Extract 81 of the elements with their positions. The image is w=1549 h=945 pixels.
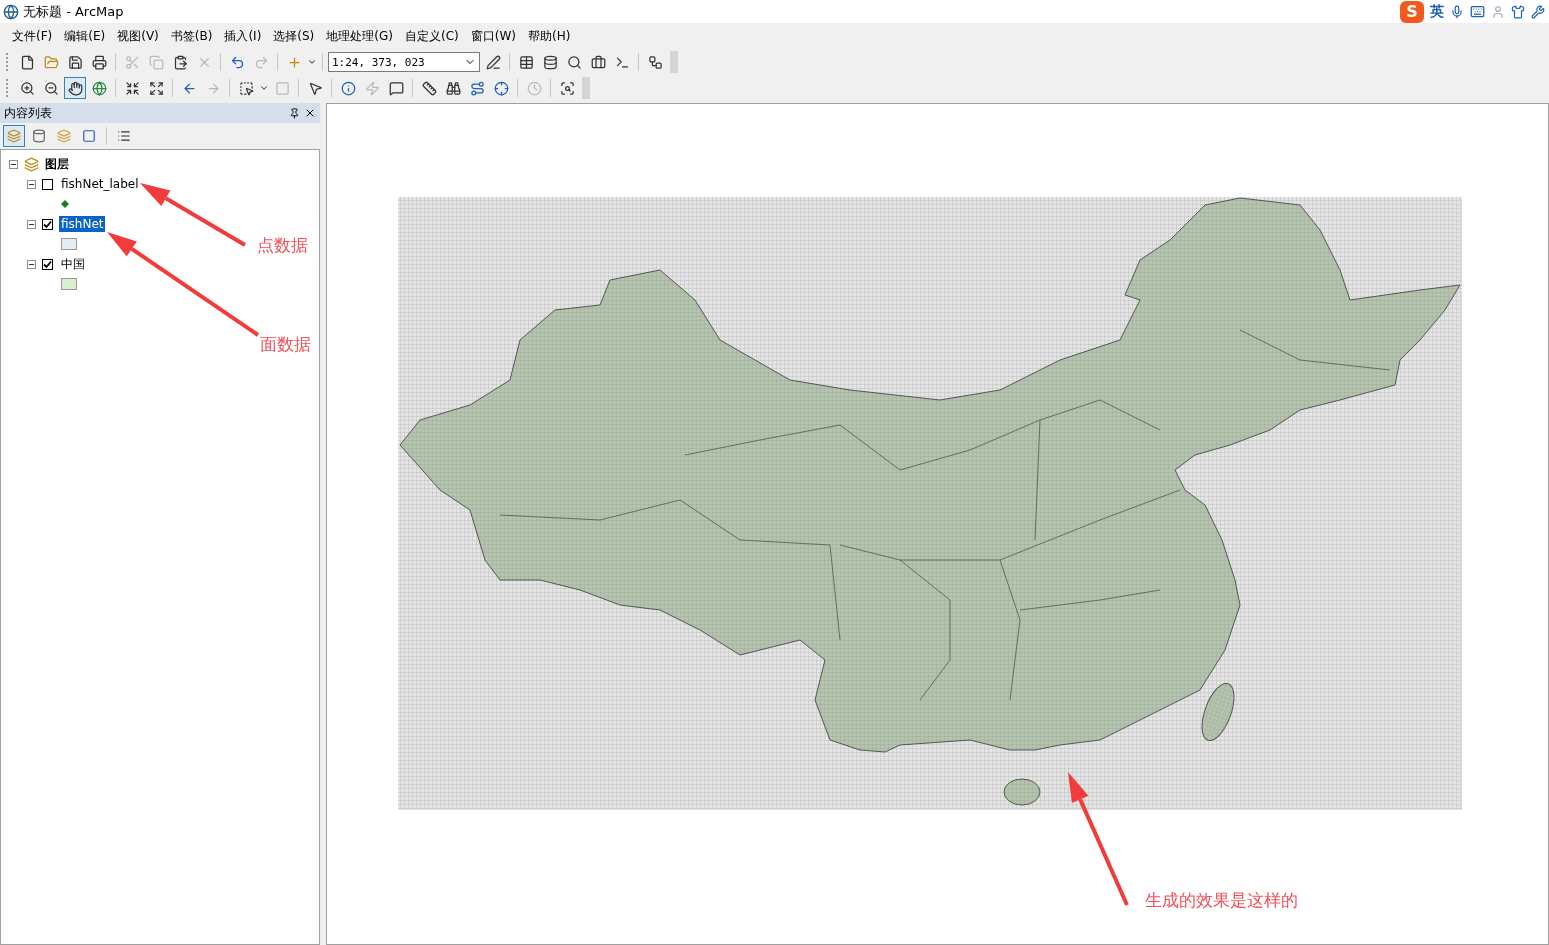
menu-item[interactable]: 选择(S) <box>267 26 321 46</box>
wrench-icon[interactable] <box>1531 4 1545 19</box>
ime-mode[interactable]: 英 <box>1430 2 1444 21</box>
zoom-out-icon <box>43 80 59 96</box>
menu-item[interactable]: 窗口(W) <box>464 26 522 46</box>
layer-name[interactable]: 中国 <box>59 254 87 274</box>
collapse-icon[interactable] <box>27 219 36 229</box>
new-document-icon <box>19 54 35 70</box>
print-icon <box>91 54 107 70</box>
editor-icon <box>485 54 501 70</box>
layer-square-icon <box>82 129 96 143</box>
layer-checkbox[interactable] <box>42 218 53 230</box>
model-icon <box>647 54 663 70</box>
app-icon <box>3 3 19 20</box>
back-icon <box>181 80 197 96</box>
close-icon[interactable] <box>304 107 316 119</box>
menu-item[interactable]: 书签(B) <box>164 26 219 46</box>
magnifier-icon <box>559 80 575 96</box>
keyboard-icon[interactable] <box>1470 4 1485 19</box>
console-icon <box>614 54 630 70</box>
menu-item[interactable]: 自定义(C) <box>398 26 465 46</box>
layer-name[interactable]: fishNet <box>59 216 106 232</box>
ruler-icon <box>421 80 437 96</box>
caret-icon[interactable] <box>307 57 317 67</box>
clock-icon <box>526 80 542 96</box>
globe-icon <box>91 80 107 96</box>
cut-icon <box>124 54 140 70</box>
layer-group-name[interactable]: 图层 <box>45 155 69 173</box>
annotation-text: 点数据 <box>257 234 308 257</box>
layer-name[interactable]: fishNet_label <box>59 176 141 192</box>
layers-icon <box>7 129 21 143</box>
collapse-icon[interactable] <box>27 259 36 269</box>
lightning-icon <box>364 80 380 96</box>
speech-icon <box>388 80 404 96</box>
table-icon <box>518 54 534 70</box>
annotation-text: 生成的效果是这样的 <box>1145 889 1298 912</box>
menu-item[interactable]: 编辑(E) <box>58 26 112 46</box>
route-icon <box>469 80 485 96</box>
pan-button[interactable] <box>64 77 86 99</box>
caret-icon[interactable] <box>259 83 269 93</box>
select-features-icon <box>238 80 254 96</box>
search-icon <box>566 54 582 70</box>
shrink-icon <box>124 80 140 96</box>
menu-item[interactable]: 地理处理(G) <box>320 26 399 46</box>
zoom-in-icon <box>19 80 35 96</box>
pointer-icon <box>307 80 323 96</box>
clear-selection-icon <box>274 80 290 96</box>
layers-icon <box>57 129 71 143</box>
scale-field[interactable]: 1:24, 373, 023 <box>328 52 480 72</box>
info-icon <box>340 80 356 96</box>
redo-icon <box>253 54 269 70</box>
window-title: 无标题 - ArcMap <box>23 2 124 21</box>
open-folder-icon <box>43 54 59 70</box>
binoculars-icon <box>445 80 461 96</box>
menu-item[interactable]: 帮助(H) <box>521 26 577 46</box>
layer-checkbox[interactable] <box>42 178 53 190</box>
copy-icon <box>148 54 164 70</box>
pan-icon <box>67 80 83 96</box>
layer-checkbox[interactable] <box>42 258 53 270</box>
layers-icon <box>24 156 39 172</box>
list-icon <box>117 129 131 143</box>
save-icon <box>67 54 83 70</box>
menu-item[interactable]: 插入(I) <box>218 26 268 46</box>
undo-icon <box>229 54 245 70</box>
microphone-icon[interactable] <box>1450 4 1464 19</box>
database-icon <box>32 129 46 143</box>
panel-title: 内容列表 <box>4 104 52 122</box>
expand-icon <box>148 80 164 96</box>
forward-icon <box>205 80 221 96</box>
menu-item[interactable]: 文件(F) <box>6 26 59 46</box>
catalog-icon <box>542 54 558 70</box>
list-by-drawing-order-button[interactable] <box>3 125 25 147</box>
pin-icon[interactable] <box>289 107 300 119</box>
annotation-text: 面数据 <box>260 333 311 356</box>
paste-icon <box>172 54 188 70</box>
collapse-icon[interactable] <box>9 159 18 169</box>
add-data-icon <box>286 54 302 70</box>
menu-item[interactable]: 视图(V) <box>111 26 165 46</box>
collapse-icon[interactable] <box>27 179 36 189</box>
shirt-icon[interactable] <box>1511 4 1525 19</box>
toolbox-icon <box>590 54 606 70</box>
